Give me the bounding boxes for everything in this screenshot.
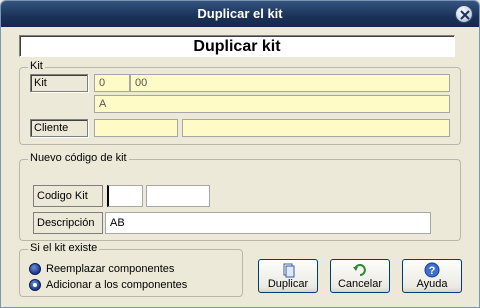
duplicar-button[interactable]: Duplicar	[258, 259, 318, 293]
cancelar-label: Cancelar	[337, 278, 383, 290]
close-icon	[460, 10, 470, 20]
copy-icon	[259, 262, 317, 278]
radio-icon[interactable]	[29, 263, 41, 275]
descripcion-field[interactable]: AB	[105, 212, 431, 234]
undo-icon	[331, 262, 389, 278]
kit-code-field-2[interactable]: 00	[130, 74, 450, 92]
radio-replace-label: Reemplazar componentes	[46, 263, 175, 275]
codigo-kit-field-1[interactable]	[107, 185, 143, 207]
window-title: Duplicar el kit	[197, 6, 283, 21]
ayuda-button[interactable]: ? Ayuda	[402, 259, 462, 293]
help-icon: ?	[403, 262, 461, 278]
ayuda-label: Ayuda	[416, 278, 448, 290]
cancelar-button[interactable]: Cancelar	[330, 259, 390, 293]
dialog-window: Duplicar el kit Duplicar kit Kit Kit 0 0…	[0, 0, 480, 308]
close-button[interactable]	[455, 5, 473, 23]
cliente-name-field[interactable]	[182, 119, 450, 137]
svg-text:?: ?	[429, 265, 436, 277]
kit-label: Kit	[30, 74, 88, 92]
new-kit-group-legend: Nuevo código de kit	[28, 152, 129, 164]
radio-replace-components[interactable]: Reemplazar componentes	[29, 262, 174, 276]
cliente-code-field[interactable]	[94, 119, 178, 137]
cliente-label: Cliente	[30, 119, 88, 137]
codigo-kit-field-2[interactable]	[146, 185, 210, 207]
codigo-kit-label: Codigo Kit	[33, 185, 103, 207]
kit-exists-group-legend: Si el kit existe	[28, 242, 100, 254]
radio-add-label: Adicionar a los componentes	[46, 279, 188, 291]
title-bar: Duplicar el kit	[1, 1, 479, 27]
descripcion-label: Descripción	[33, 212, 103, 234]
radio-selected-icon[interactable]	[29, 279, 41, 291]
duplicar-label: Duplicar	[267, 278, 309, 290]
radio-add-components[interactable]: Adicionar a los componentes	[29, 278, 187, 292]
kit-group-legend: Kit	[28, 60, 45, 72]
page-title: Duplicar kit	[19, 35, 455, 57]
kit-description-field[interactable]: A	[94, 95, 450, 113]
kit-code-field-1[interactable]: 0	[94, 74, 130, 92]
